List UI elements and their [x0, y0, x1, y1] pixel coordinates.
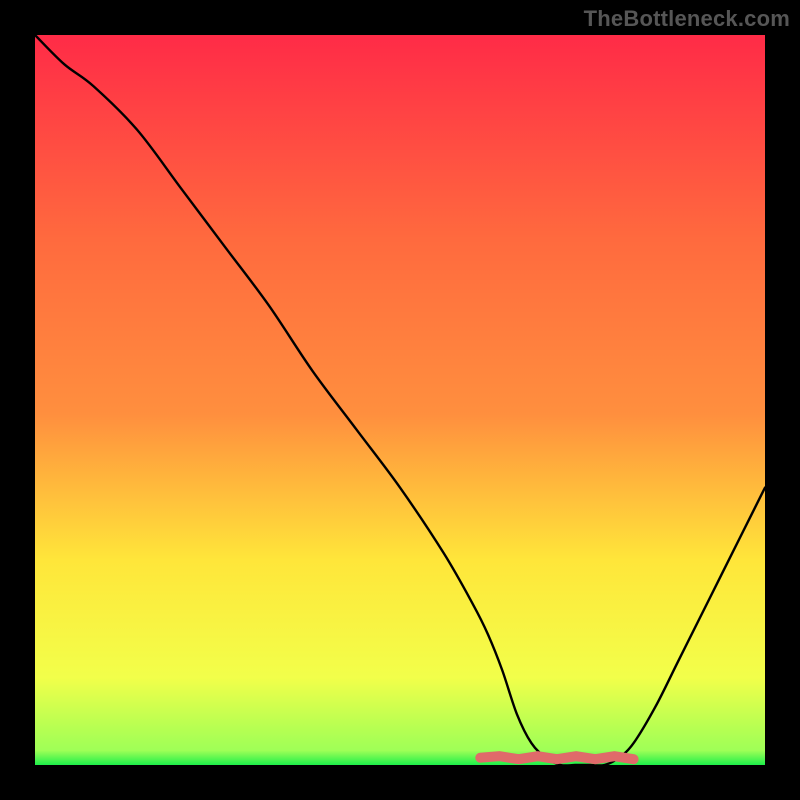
plot-area [35, 35, 765, 765]
highlight-band [480, 756, 633, 759]
gradient-background [35, 35, 765, 765]
chart-frame: TheBottleneck.com [0, 0, 800, 800]
watermark-label: TheBottleneck.com [584, 6, 790, 32]
chart-svg [35, 35, 765, 765]
